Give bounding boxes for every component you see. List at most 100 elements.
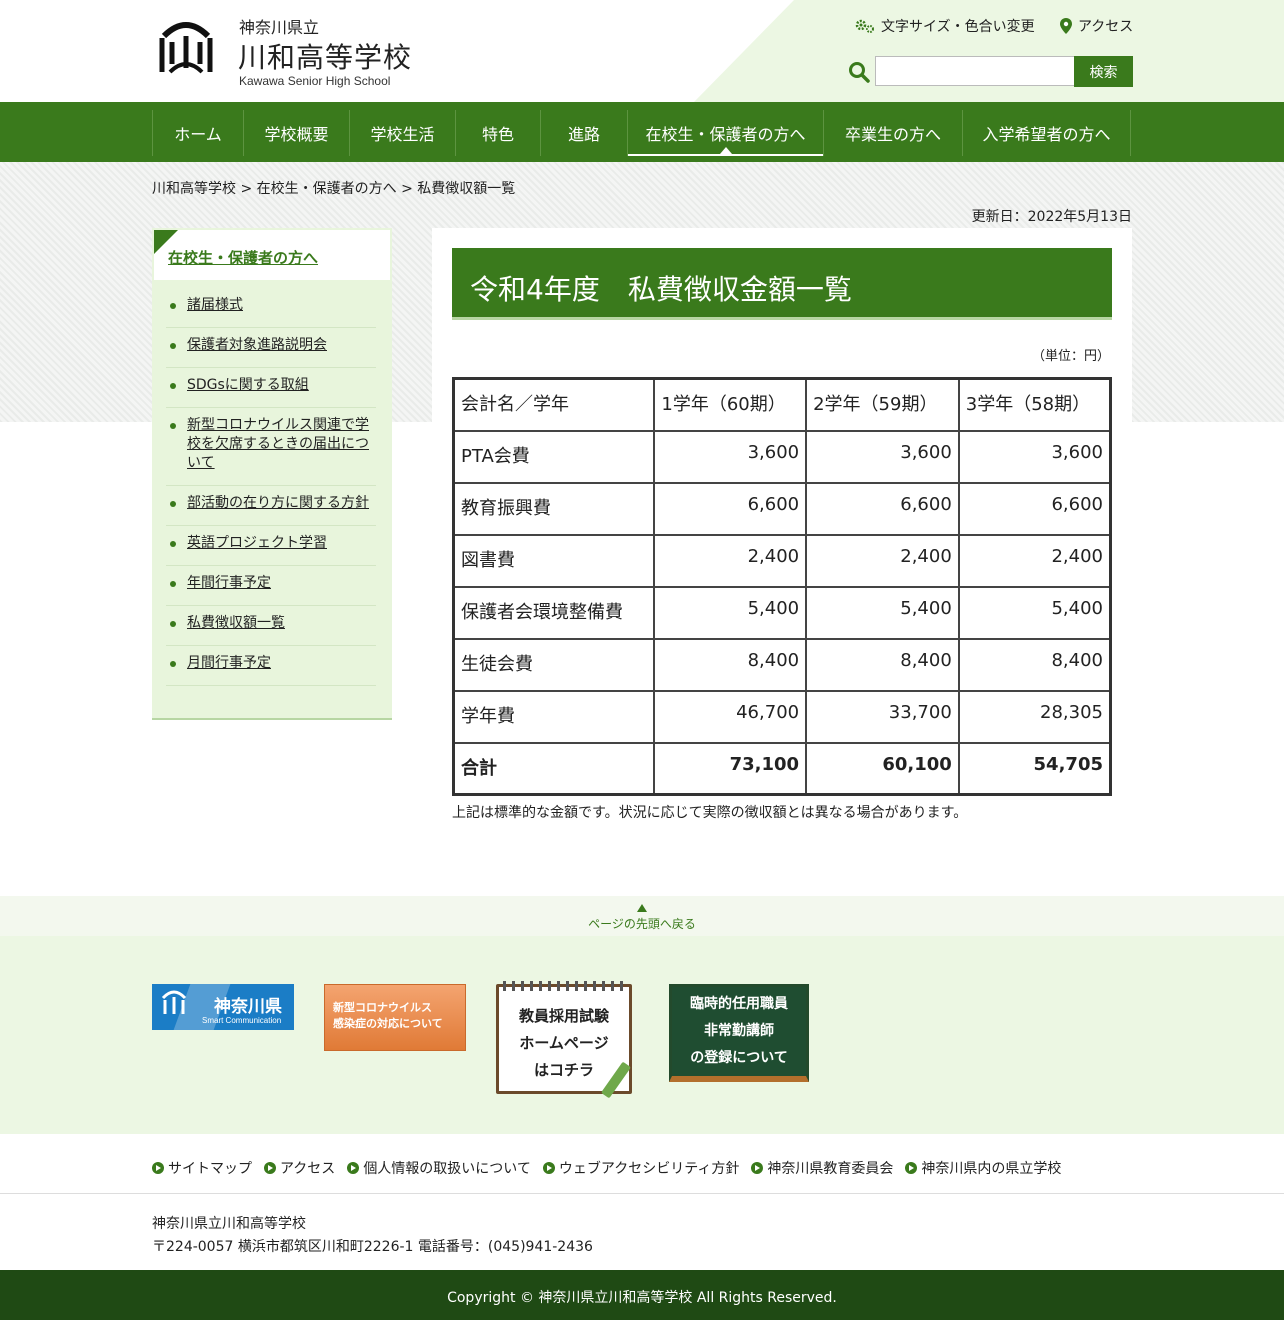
nav-item-school-life[interactable]: 学校生活 xyxy=(349,110,455,156)
table-cell-label: 学年費 xyxy=(452,689,656,744)
arrow-up-icon xyxy=(637,904,647,912)
global-nav-list: ホーム 学校概要 学校生活 特色 進路 在校生・保護者の方へ 卒業生の方へ 入学… xyxy=(152,110,1131,156)
sidebar-item-label: 新型コロナウイルス関連で学校を欠席するときの届出について xyxy=(187,417,369,471)
footer-link-access[interactable]: アクセス xyxy=(264,1158,335,1178)
table-cell: 5,400 xyxy=(805,585,960,640)
table-cell: 2,400 xyxy=(957,533,1112,588)
sidebar-header: 在校生・保護者の方へ xyxy=(154,230,390,280)
sidebar-item-label: 保護者対象進路説明会 xyxy=(187,337,327,353)
bullet-icon xyxy=(170,383,176,389)
table-row: 教育振興費 6,600 6,600 6,600 xyxy=(452,481,1112,536)
footer-link-sitemap[interactable]: サイトマップ xyxy=(152,1158,252,1178)
table-cell-label: 生徒会費 xyxy=(452,637,656,692)
table-row: 図書費 2,400 2,400 2,400 xyxy=(452,533,1112,588)
arrow-circle-icon xyxy=(264,1162,276,1174)
sidebar-item-sdgs[interactable]: SDGsに関する取組 xyxy=(166,368,376,408)
table-row: 学年費 46,700 33,700 28,305 xyxy=(452,689,1112,744)
table-row: 生徒会費 8,400 8,400 8,400 xyxy=(452,637,1112,692)
bullet-icon xyxy=(170,303,176,309)
teacher-recruitment-banner[interactable]: 教員採用試験 ホームページ はコチラ xyxy=(496,981,632,1099)
arrow-circle-icon xyxy=(542,1162,555,1174)
footer-link-board-of-education[interactable]: 神奈川県教育委員会 xyxy=(751,1158,893,1178)
sidebar-item-monthly-schedule[interactable]: 月間行事予定 xyxy=(166,646,376,686)
covid-response-banner[interactable]: 新型コロナウイルス 感染症の対応について xyxy=(324,984,466,1051)
table-cell: 28,305 xyxy=(957,689,1112,744)
recruit-banner-line2: ホームページ xyxy=(519,1034,609,1052)
sidebar-item-club-policy[interactable]: 部活動の在り方に関する方針 xyxy=(166,486,376,526)
sidebar-item-forms[interactable]: 諸届様式 xyxy=(166,288,376,328)
bullet-icon xyxy=(170,343,176,349)
table-cell: 5,400 xyxy=(957,585,1112,640)
footer-link-privacy[interactable]: 個人情報の取扱いについて xyxy=(347,1158,531,1178)
table-total-row: 合計 73,100 60,100 54,705 xyxy=(452,741,1112,796)
back-to-top-link[interactable]: ページの先頭へ戻る xyxy=(0,896,1284,936)
sidebar-item-fees[interactable]: 私費徴収額一覧 xyxy=(166,606,376,646)
banner-area: 神奈川県 Smart Communication 新型コロナウイルス 感染症の対… xyxy=(0,936,1284,1134)
table-header-cell: 会計名／学年 xyxy=(452,377,656,432)
nav-item-students-parents[interactable]: 在校生・保護者の方へ xyxy=(627,110,823,156)
search-input[interactable] xyxy=(875,56,1075,86)
search-button[interactable]: 検索 xyxy=(1074,56,1133,87)
copyright: Copyright © 神奈川県立川和高等学校 All Rights Reser… xyxy=(0,1270,1284,1320)
nav-item-features[interactable]: 特色 xyxy=(455,110,540,156)
table-cell-label: 合計 xyxy=(452,741,656,796)
table-row: PTA会費 3,600 3,600 3,600 xyxy=(452,429,1112,484)
table-cell: 3,600 xyxy=(805,429,960,484)
fee-table: 会計名／学年 1学年（60期） 2学年（59期） 3学年（58期） PTA会費 … xyxy=(452,377,1112,796)
table-note: 上記は標準的な金額です。状況に応じて実際の徴収額とは異なる場合があります。 xyxy=(452,805,968,821)
covid-banner-line2: 感染症の対応について xyxy=(333,1017,443,1030)
back-to-top-label: ページの先頭へ戻る xyxy=(588,917,696,931)
table-cell: 60,100 xyxy=(805,741,960,796)
arrow-circle-icon xyxy=(347,1162,360,1174)
kanagawa-banner-sub: Smart Communication xyxy=(202,1016,282,1025)
temp-banner-line3: の登録について xyxy=(690,1050,788,1066)
table-cell: 6,600 xyxy=(653,481,808,536)
table-cell: 33,700 xyxy=(805,689,960,744)
table-cell: 3,600 xyxy=(957,429,1112,484)
recruit-banner-line1: 教員採用試験 xyxy=(518,1007,609,1025)
footer-link-label: 個人情報の取扱いについて xyxy=(363,1161,531,1177)
kanagawa-pref-banner[interactable]: 神奈川県 Smart Communication xyxy=(152,984,294,1030)
temp-staff-registration-banner[interactable]: 臨時的任用職員 非常勤講師 の登録について xyxy=(669,984,809,1082)
table-cell: 6,600 xyxy=(957,481,1112,536)
footer-link-accessibility[interactable]: ウェブアクセシビリティ方針 xyxy=(542,1158,739,1178)
access-label: アクセス xyxy=(1078,19,1134,35)
access-link[interactable]: アクセス xyxy=(1060,16,1133,36)
footer-school-name: 神奈川県立川和高等学校 xyxy=(152,1216,306,1232)
kanagawa-banner-name: 神奈川県 xyxy=(214,997,282,1017)
table-row: 保護者会環境整備費 5,400 5,400 5,400 xyxy=(452,585,1112,640)
font-color-change-link[interactable]: 文字サイズ・色合い変更 xyxy=(855,16,1035,36)
nav-item-about[interactable]: 学校概要 xyxy=(243,110,349,156)
sidebar-item-covid-absence[interactable]: 新型コロナウイルス関連で学校を欠席するときの届出について xyxy=(166,408,376,486)
footer-link-label: アクセス xyxy=(280,1161,336,1177)
unit-label: （単位：円） xyxy=(1031,349,1110,364)
nav-item-career[interactable]: 進路 xyxy=(540,110,627,156)
table-cell: 2,400 xyxy=(805,533,960,588)
footer-link-prefectural-schools[interactable]: 神奈川県内の県立学校 xyxy=(905,1158,1061,1178)
table-cell-label: 保護者会環境整備費 xyxy=(452,585,656,640)
table-cell-label: PTA会費 xyxy=(452,429,656,484)
table-header-row: 会計名／学年 1学年（60期） 2学年（59期） 3学年（58期） xyxy=(452,377,1112,432)
logo-school-name[interactable]: 川和高等学校 xyxy=(238,36,412,76)
school-emblem-icon[interactable] xyxy=(158,16,214,74)
arrow-circle-icon xyxy=(751,1162,764,1174)
bullet-icon xyxy=(170,541,176,547)
arrow-circle-icon xyxy=(152,1162,164,1174)
sidebar-item-career-briefing[interactable]: 保護者対象進路説明会 xyxy=(166,328,376,368)
sidebar-item-label: 年間行事予定 xyxy=(187,575,271,591)
search-icon xyxy=(849,62,870,83)
footer-link-label: 神奈川県教育委員会 xyxy=(767,1161,894,1177)
table-cell: 54,705 xyxy=(957,741,1112,796)
table-cell: 6,600 xyxy=(805,481,960,536)
footer-address: 〒224-0057 横浜市都筑区川和町2226-1 電話番号：(045)941-… xyxy=(152,1239,593,1255)
nav-item-home[interactable]: ホーム xyxy=(152,110,243,156)
sidebar-item-annual-schedule[interactable]: 年間行事予定 xyxy=(166,566,376,606)
sidebar-item-english-project[interactable]: 英語プロジェクト学習 xyxy=(166,526,376,566)
breadcrumb[interactable]: 川和高等学校 > 在校生・保護者の方へ > 私費徴収額一覧 xyxy=(152,178,515,198)
arrow-circle-icon xyxy=(905,1162,918,1174)
nav-item-graduates[interactable]: 卒業生の方へ xyxy=(823,110,962,156)
nav-item-applicants[interactable]: 入学希望者の方へ xyxy=(962,110,1131,156)
table-cell: 73,100 xyxy=(653,741,808,796)
sidebar-title-link[interactable]: 在校生・保護者の方へ xyxy=(168,247,318,268)
sidebar-item-label: 私費徴収額一覧 xyxy=(187,615,285,631)
